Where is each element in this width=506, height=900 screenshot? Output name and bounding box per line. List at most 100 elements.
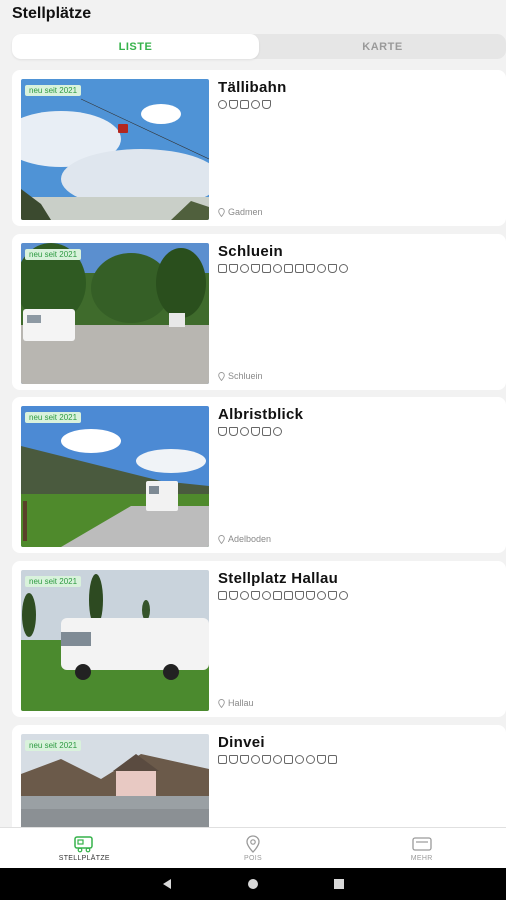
- place-location: Schluein: [218, 371, 263, 381]
- chat-icon: [328, 755, 337, 764]
- view-switcher: LISTE KARTE: [12, 34, 506, 59]
- amenity-icons: [218, 755, 337, 764]
- picnic-icon: [229, 264, 238, 273]
- location-pin-icon: [218, 371, 225, 381]
- bike-icon: [273, 427, 282, 436]
- pet-icon: [251, 264, 260, 273]
- nav-pois[interactable]: POIS: [169, 828, 338, 868]
- new-badge: neu seit 2021: [25, 412, 82, 423]
- location-text: Gadmen: [228, 207, 263, 217]
- camper-icon: [284, 264, 293, 273]
- bottom-navigation: STELLPLÄTZE POIS MEHR: [0, 827, 506, 868]
- new-badge: neu seit 2021: [25, 740, 82, 751]
- tab-karte[interactable]: KARTE: [259, 34, 506, 59]
- shower-icon: [240, 100, 249, 109]
- map-pin-icon: [246, 834, 260, 853]
- wheelchair-icon: [317, 264, 326, 273]
- pin-icon: [240, 264, 249, 273]
- snow-icon: [262, 591, 271, 600]
- place-name: Albristblick: [218, 406, 304, 423]
- back-icon[interactable]: [160, 877, 174, 891]
- nav-label: MEHR: [410, 854, 433, 862]
- pin-icon: [240, 591, 249, 600]
- new-badge: neu seit 2021: [25, 249, 82, 260]
- more-card-icon: [412, 836, 432, 851]
- location-pin-icon: [218, 534, 225, 544]
- snow-icon: [273, 264, 282, 273]
- pin-icon: [251, 755, 260, 764]
- place-card[interactable]: neu seit 2021 Dinvei: [12, 725, 506, 827]
- pet-icon: [251, 427, 260, 436]
- picnic-icon: [229, 591, 238, 600]
- app-header: Stellplätze: [0, 0, 506, 28]
- basket-icon: [317, 755, 326, 764]
- place-name: Dinvei: [218, 734, 265, 751]
- nav-mehr[interactable]: MEHR: [337, 828, 506, 868]
- location-text: Hallau: [228, 698, 254, 708]
- amenity-icons: [218, 264, 348, 273]
- place-name: Schluein: [218, 243, 283, 260]
- basket-icon: [328, 264, 337, 273]
- location-text: Adelboden: [228, 534, 272, 544]
- calendar-icon: [295, 264, 304, 273]
- pet-icon: [251, 591, 260, 600]
- bike-icon: [339, 264, 348, 273]
- place-location: Hallau: [218, 698, 254, 708]
- campfire-icon: [229, 755, 238, 764]
- amenity-icons: [218, 100, 271, 109]
- page-title: Stellplätze: [12, 5, 92, 22]
- snow-icon: [273, 755, 282, 764]
- location-pin-icon: [218, 698, 225, 708]
- location-pin-icon: [218, 207, 225, 217]
- place-photo: neu seit 2021: [21, 243, 209, 384]
- place-card[interactable]: neu seit 2021 Schluein Schluein: [12, 234, 506, 390]
- tab-liste[interactable]: LISTE: [12, 34, 259, 59]
- place-name: Stellplatz Hallau: [218, 570, 339, 587]
- place-name: Tällibahn: [218, 79, 287, 96]
- pet-icon: [262, 100, 271, 109]
- picnic-icon: [229, 427, 238, 436]
- place-card[interactable]: neu seit 2021 Stellplatz Hallau Hallau: [12, 561, 506, 717]
- calendar-icon: [284, 755, 293, 764]
- recents-icon[interactable]: [332, 877, 346, 891]
- new-badge: neu seit 2021: [25, 576, 82, 587]
- bike-icon: [339, 591, 348, 600]
- pet-icon: [262, 755, 271, 764]
- wheelchair-icon: [306, 755, 315, 764]
- place-card[interactable]: neu seit 2021 Albristblick Adelboden: [12, 397, 506, 553]
- place-photo: neu seit 2021: [21, 734, 209, 827]
- cart-icon: [262, 427, 271, 436]
- wheelchair-icon: [317, 591, 326, 600]
- calendar-icon: [284, 591, 293, 600]
- place-photo: neu seit 2021: [21, 79, 209, 220]
- home-icon[interactable]: [246, 877, 260, 891]
- tent-icon: [306, 591, 315, 600]
- cart-icon: [262, 264, 271, 273]
- list-icon: [218, 264, 227, 273]
- picnic-icon: [240, 755, 249, 764]
- campfire-icon: [218, 427, 227, 436]
- nav-label: POIS: [244, 854, 262, 862]
- new-badge: neu seit 2021: [25, 85, 82, 96]
- camper-icon: [74, 835, 94, 852]
- pin-icon: [240, 427, 249, 436]
- amenity-icons: [218, 427, 282, 436]
- place-photo: neu seit 2021: [21, 570, 209, 711]
- wifi-icon: [251, 100, 260, 109]
- place-location: Gadmen: [218, 207, 263, 217]
- campfire-icon: [306, 264, 315, 273]
- nav-stellplaetze[interactable]: STELLPLÄTZE: [0, 828, 169, 868]
- places-list[interactable]: neu seit 2021 Tällibahn Gadmen neu seit …: [12, 70, 506, 827]
- campfire-icon: [295, 591, 304, 600]
- amenity-icons: [218, 591, 348, 600]
- campfire-icon: [229, 100, 238, 109]
- cart-icon: [218, 591, 227, 600]
- place-photo: neu seit 2021: [21, 406, 209, 547]
- nav-label: STELLPLÄTZE: [58, 854, 110, 862]
- wifi-icon: [295, 755, 304, 764]
- system-navigation-bar: [0, 868, 506, 900]
- camper-icon: [273, 591, 282, 600]
- place-location: Adelboden: [218, 534, 271, 544]
- cart-icon: [218, 755, 227, 764]
- place-card[interactable]: neu seit 2021 Tällibahn Gadmen: [12, 70, 506, 226]
